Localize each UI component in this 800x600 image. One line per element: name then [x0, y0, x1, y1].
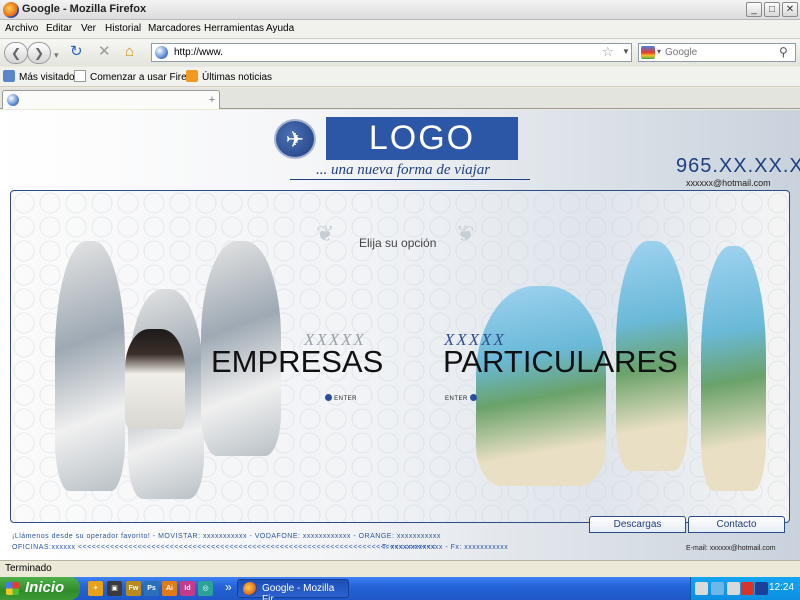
- quicklaunch-app-icon[interactable]: Fw: [126, 581, 141, 596]
- search-box[interactable]: ▾ ⚲: [638, 43, 796, 62]
- close-button[interactable]: ✕: [782, 2, 798, 17]
- bookmark-mas-visitados[interactable]: Más visitados: [3, 70, 80, 83]
- page-icon: [74, 70, 86, 82]
- system-tray: 12:24: [690, 577, 800, 600]
- taskbar-firefox-item[interactable]: Google - Mozilla Fir...: [237, 579, 349, 600]
- menu-historial[interactable]: Historial: [105, 23, 141, 34]
- security-alert-icon[interactable]: [741, 582, 754, 595]
- address-bar[interactable]: http://www. ☆ ▼: [151, 43, 632, 62]
- forward-arrow-icon: ❯: [33, 46, 45, 60]
- descargas-tab[interactable]: Descargas: [589, 516, 686, 533]
- quicklaunch-more-icon[interactable]: »: [225, 580, 232, 594]
- google-engine-icon[interactable]: [641, 46, 655, 59]
- history-dropdown-icon[interactable]: ▾: [54, 47, 59, 63]
- beach-silhouette: [701, 246, 766, 491]
- url-dropdown-icon[interactable]: ▼: [622, 47, 630, 56]
- bookmark-folder-icon: [3, 70, 15, 82]
- menu-archivo[interactable]: Archivo: [5, 23, 38, 34]
- footer-email[interactable]: E-mail: xxxxxx@hotmail.com: [686, 545, 776, 552]
- footer-offices: OFICINAS:xxxxxx <<<<<<<<<<<<<<<<<<<<<<<<…: [12, 544, 508, 551]
- phone-number: 965.XX.XX.XX: [676, 155, 800, 177]
- tab-favicon-icon: [7, 94, 19, 106]
- menu-herramientas[interactable]: Herramientas: [204, 23, 264, 34]
- menu-bar: Archivo Editar Ver Historial Marcadores …: [0, 20, 800, 38]
- email-top[interactable]: xxxxxx@hotmail.com: [686, 178, 771, 188]
- particulares-enter-button[interactable]: ENTER: [445, 394, 478, 402]
- home-icon[interactable]: ⌂: [125, 44, 134, 60]
- empresas-link[interactable]: EMPRESAS: [211, 344, 383, 380]
- maximize-button[interactable]: □: [764, 2, 780, 17]
- status-bar: Terminado: [0, 560, 800, 577]
- site-favicon-icon: [155, 46, 168, 59]
- bookmark-star-icon[interactable]: ☆: [602, 44, 614, 60]
- business-silhouette: [55, 241, 125, 491]
- forward-button[interactable]: ❯: [27, 42, 51, 64]
- woman-photo: [125, 329, 185, 429]
- tray-app-icon[interactable]: [755, 582, 768, 595]
- status-text: Terminado: [5, 563, 52, 574]
- start-button[interactable]: Inicio: [0, 577, 80, 600]
- choose-option-label: Elija su opción: [359, 236, 437, 250]
- enter-bullet-icon: [470, 394, 478, 401]
- volume-icon[interactable]: [727, 582, 740, 595]
- search-icon[interactable]: ⚲: [779, 45, 788, 59]
- back-button[interactable]: ❮: [4, 42, 28, 64]
- empresas-enter-button[interactable]: ENTER: [325, 394, 357, 402]
- quicklaunch-app-icon[interactable]: ▣: [107, 581, 122, 596]
- menu-marcadores[interactable]: Marcadores: [148, 23, 201, 34]
- footer-operators: ¡Llámenos desde su operador favorito! - …: [12, 533, 441, 540]
- url-text: http://www.: [174, 47, 223, 58]
- contacto-tab[interactable]: Contacto: [688, 516, 785, 533]
- reload-icon[interactable]: ↻: [70, 44, 83, 60]
- logo-text: LOGO: [368, 119, 476, 157]
- firefox-icon: [3, 2, 19, 18]
- network-icon[interactable]: [711, 582, 724, 595]
- windows-logo-icon: [6, 582, 19, 595]
- bookmarks-toolbar: Más visitados Comenzar a usar Firef… Últ…: [0, 67, 800, 87]
- clock: 12:24: [769, 582, 795, 593]
- menu-editar[interactable]: Editar: [46, 23, 72, 34]
- stop-icon[interactable]: ✕: [98, 44, 111, 60]
- title-bar: Google - Mozilla Firefox _ □ ✕: [0, 0, 800, 20]
- quicklaunch-app-icon[interactable]: Ai: [162, 581, 177, 596]
- particulares-link[interactable]: PARTICULARES: [443, 344, 678, 380]
- bookmark-comenzar[interactable]: Comenzar a usar Firef…: [74, 70, 199, 83]
- airplane-logo-icon: ✈: [274, 119, 316, 159]
- ornament-left-icon: ❦: [316, 221, 335, 246]
- browser-tab[interactable]: +: [2, 90, 220, 109]
- quicklaunch-app-icon[interactable]: ✦: [88, 581, 103, 596]
- minimize-button[interactable]: _: [746, 2, 762, 17]
- tray-icon[interactable]: [695, 582, 708, 595]
- search-input[interactable]: [665, 45, 775, 60]
- menu-ayuda[interactable]: Ayuda: [266, 23, 294, 34]
- new-tab-icon[interactable]: +: [203, 94, 221, 110]
- tagline-underline: [290, 179, 530, 180]
- footer-offices-text: OFICINAS:xxxxxx <<<<<<<<<<<<<<<<<<<<<<<<…: [12, 544, 436, 551]
- quicklaunch-app-icon[interactable]: ◎: [198, 581, 213, 596]
- engine-dropdown-icon[interactable]: ▾: [657, 47, 661, 56]
- beach-silhouette: [476, 286, 606, 486]
- tagline: ... una nueva forma de viajar: [316, 162, 491, 178]
- menu-ver[interactable]: Ver: [81, 23, 96, 34]
- quicklaunch-app-icon[interactable]: Ps: [144, 581, 159, 596]
- tab-strip: +: [0, 88, 800, 109]
- window-title: Google - Mozilla Firefox: [22, 3, 147, 15]
- bookmark-ultimas-noticias[interactable]: Últimas noticias: [186, 70, 272, 83]
- main-panel: ❦ ❦ Elija su opción XXXXX XXXXX EMPRESAS…: [10, 190, 790, 523]
- ornament-right-icon: ❦: [456, 221, 475, 246]
- rss-feed-icon: [186, 70, 198, 82]
- web-content: ✈ LOGO ... una nueva forma de viajar 965…: [0, 110, 800, 560]
- enter-bullet-icon: [325, 394, 332, 401]
- firefox-icon: [243, 582, 257, 596]
- footer-phones: T: xxxxxxxxxxxxx - Fx: xxxxxxxxxxx: [382, 544, 509, 551]
- quicklaunch-app-icon[interactable]: Id: [180, 581, 195, 596]
- back-arrow-icon: ❮: [10, 46, 22, 60]
- logo-box[interactable]: LOGO: [326, 117, 518, 160]
- taskbar: Inicio ✦ ▣ Fw Ps Ai Id ◎ » Google - Mozi…: [0, 577, 800, 600]
